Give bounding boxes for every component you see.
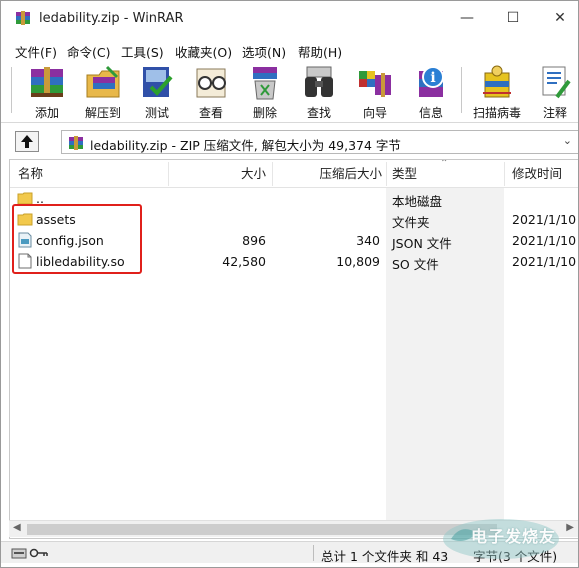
delete-recycle-icon bbox=[253, 67, 277, 100]
column-divider[interactable] bbox=[386, 162, 387, 186]
comment-icon bbox=[542, 66, 571, 99]
add-archive-icon bbox=[31, 67, 63, 97]
minimize-button[interactable]: — bbox=[457, 9, 477, 27]
window-title: ledability.zip - WinRAR bbox=[39, 11, 184, 26]
close-button[interactable]: ✕ bbox=[550, 9, 570, 27]
extract-to-button[interactable]: 解压到 bbox=[79, 63, 127, 121]
path-field[interactable]: ledability.zip - ZIP 压缩文件, 解包大小为 49,374 … bbox=[61, 130, 578, 154]
file-size: 896 bbox=[242, 233, 266, 248]
status-divider bbox=[313, 545, 314, 561]
chevron-down-icon[interactable]: ⌄ bbox=[563, 134, 572, 147]
view-label: 查看 bbox=[198, 106, 223, 120]
info-icon: i bbox=[419, 66, 444, 97]
watermark-text: 电子发烧友 bbox=[471, 527, 557, 546]
column-size[interactable]: 大小 bbox=[170, 160, 266, 188]
menu-bar: 文件(F) 命令(C) 工具(S) 收藏夹(O) 选项(N) 帮助(H) bbox=[1, 39, 578, 60]
delete-label: 删除 bbox=[252, 106, 277, 120]
file-modified: 2021/1/10 6 bbox=[512, 212, 578, 227]
test-button[interactable]: 测试 bbox=[135, 63, 179, 121]
file-modified: 2021/1/10 6 bbox=[512, 233, 578, 248]
column-divider[interactable] bbox=[168, 162, 169, 186]
address-bar: ledability.zip - ZIP 压缩文件, 解包大小为 49,374 … bbox=[1, 128, 578, 156]
virus-scan-icon bbox=[483, 65, 511, 98]
maximize-button[interactable]: ☐ bbox=[503, 9, 523, 27]
title-bar[interactable]: ledability.zip - WinRAR — ☐ ✕ bbox=[1, 1, 578, 35]
find-label: 查找 bbox=[306, 106, 331, 120]
add-label: 添加 bbox=[34, 106, 59, 120]
virus-scan-button[interactable]: 扫描病毒 bbox=[469, 63, 525, 121]
extract-folder-icon bbox=[86, 65, 120, 98]
file-type: JSON 文件 bbox=[392, 236, 452, 251]
view-glasses-icon bbox=[196, 68, 226, 98]
highlight-box bbox=[12, 204, 142, 274]
file-size: 42,580 bbox=[222, 254, 266, 269]
scroll-left-icon[interactable]: ◀ bbox=[13, 522, 21, 533]
scrollbar-thumb[interactable] bbox=[27, 524, 497, 535]
file-packed-size: 340 bbox=[356, 233, 380, 248]
add-button[interactable]: 添加 bbox=[23, 63, 71, 121]
archive-icon bbox=[68, 135, 84, 154]
file-type: SO 文件 bbox=[392, 257, 439, 272]
column-divider[interactable] bbox=[504, 162, 505, 186]
path-text: ledability.zip - ZIP 压缩文件, 解包大小为 49,374 … bbox=[90, 138, 401, 153]
column-modified[interactable]: 修改时间 bbox=[512, 160, 562, 188]
comment-button[interactable]: 注释 bbox=[533, 63, 577, 121]
winrar-window: ledability.zip - WinRAR — ☐ ✕ 文件(F) 命令(C… bbox=[0, 0, 579, 568]
find-binoculars-icon bbox=[305, 66, 333, 97]
toolbar-separator bbox=[461, 67, 462, 113]
virus-scan-label: 扫描病毒 bbox=[472, 106, 521, 120]
wizard-button[interactable]: 向导 bbox=[351, 63, 399, 121]
file-modified: 2021/1/10 6 bbox=[512, 254, 578, 269]
file-type: 本地磁盘 bbox=[392, 194, 443, 209]
delete-button[interactable]: 删除 bbox=[243, 63, 287, 121]
view-button[interactable]: 查看 bbox=[189, 63, 233, 121]
comment-label: 注释 bbox=[542, 106, 567, 120]
find-button[interactable]: 查找 bbox=[297, 63, 341, 121]
column-type[interactable]: 类型 bbox=[392, 160, 417, 188]
file-packed-size: 10,809 bbox=[336, 254, 380, 269]
toolbar-grip bbox=[11, 67, 12, 113]
test-check-icon bbox=[143, 67, 173, 97]
info-button[interactable]: i 信息 bbox=[409, 63, 453, 121]
winrar-app-icon bbox=[15, 10, 31, 26]
sort-ascending-icon: ⌃ bbox=[440, 159, 449, 169]
file-type: 文件夹 bbox=[392, 215, 430, 230]
wizard-icon bbox=[359, 71, 391, 97]
arrow-up-icon bbox=[21, 135, 33, 148]
extract-to-label: 解压到 bbox=[84, 106, 121, 120]
column-divider[interactable] bbox=[272, 162, 273, 186]
up-one-level-button[interactable] bbox=[15, 131, 39, 152]
column-packed-size[interactable]: 压缩后大小 bbox=[274, 160, 382, 188]
watermark: 电子发烧友 bbox=[441, 513, 571, 563]
toolbar: 添加 解压到 测试 查看 删除 查找 向导 i 信息 扫描病毒 注释 bbox=[1, 59, 578, 123]
column-name[interactable]: 名称 bbox=[18, 160, 43, 188]
status-text: 总计 1 个文件夹 和 43 bbox=[321, 549, 449, 564]
test-label: 测试 bbox=[144, 106, 169, 120]
wizard-label: 向导 bbox=[362, 106, 387, 120]
drive-key-icons bbox=[11, 546, 51, 563]
column-header-row: 名称 大小 压缩后大小 类型 ⌃ 修改时间 bbox=[10, 159, 578, 188]
info-label: 信息 bbox=[418, 106, 443, 120]
svg-text:i: i bbox=[430, 70, 435, 86]
